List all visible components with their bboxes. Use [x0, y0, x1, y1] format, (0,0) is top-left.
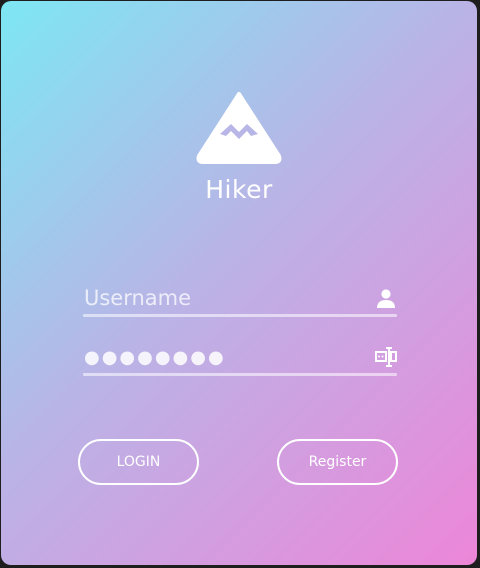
user-icon — [377, 289, 395, 308]
password-field — [83, 342, 397, 376]
app-title: Hiker — [205, 175, 273, 204]
username-field — [83, 283, 397, 317]
login-button[interactable]: LOGIN — [78, 439, 199, 485]
mountain-icon — [196, 92, 282, 164]
username-input[interactable] — [83, 283, 364, 313]
password-input[interactable] — [83, 342, 364, 372]
register-button[interactable]: Register — [277, 439, 398, 485]
password-field-icon — [375, 347, 397, 367]
password-underline — [83, 373, 397, 376]
login-window: Hiker LOGIN Register — [1, 1, 477, 565]
username-underline — [83, 314, 397, 317]
